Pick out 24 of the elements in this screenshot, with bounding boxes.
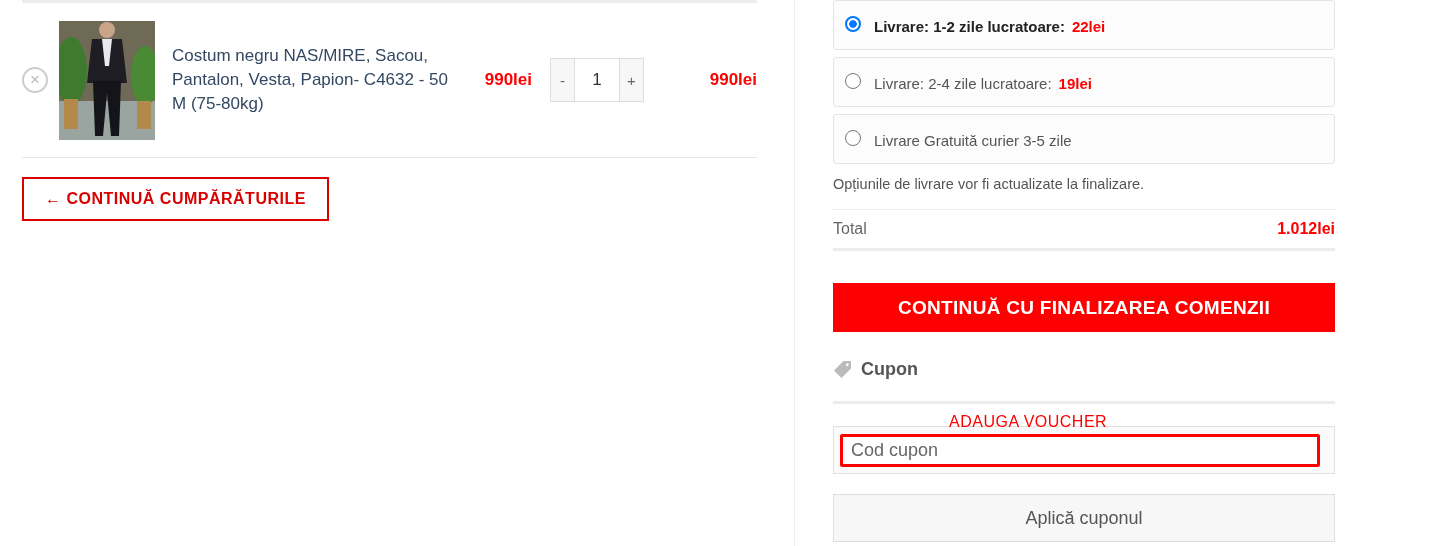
product-name[interactable]: Costum negru NAS/MIRE, Sacou, Pantalon, Vesta, Papion- C4632 - 50 M (75-80kg) bbox=[172, 44, 462, 116]
total-label: Total bbox=[833, 220, 867, 238]
product-subtotal: 990lei bbox=[708, 70, 757, 90]
continue-shopping-button[interactable]: ← CONTINUĂ CUMPĂRĂTURILE bbox=[22, 177, 329, 221]
radio-button[interactable] bbox=[845, 73, 861, 89]
coupon-title: Cupon bbox=[861, 359, 918, 380]
shipping-price: 19lei bbox=[1058, 75, 1092, 92]
shipping-label: Livrare: 1-2 zile lucratoare: bbox=[874, 18, 1065, 35]
shipping-label: Livrare Gratuită curier 3-5 zile bbox=[874, 132, 1072, 149]
radio-button[interactable] bbox=[845, 16, 861, 32]
voucher-annotation: ADAUGA VOUCHER bbox=[949, 413, 1108, 431]
decrement-button[interactable]: - bbox=[550, 58, 575, 102]
shipping-price: 22lei bbox=[1071, 18, 1106, 35]
total-value: 1.012lei bbox=[1277, 220, 1335, 238]
coupon-field[interactable]: Cod cupon bbox=[840, 434, 1320, 467]
increment-button[interactable]: + bbox=[619, 58, 644, 102]
quantity-field[interactable]: 1 bbox=[575, 58, 619, 102]
product-price: 990lei bbox=[483, 70, 532, 90]
radio-button[interactable] bbox=[845, 130, 861, 146]
shipping-note: Opțiunile de livrare vor fi actualizate la finalizare. bbox=[833, 176, 1146, 192]
apply-coupon-button[interactable]: Aplică cuponul bbox=[833, 494, 1335, 542]
shipping-label: Livrare: 2-4 zile lucratoare: bbox=[874, 75, 1052, 92]
tag-icon bbox=[833, 360, 852, 379]
checkout-button[interactable]: CONTINUĂ CU FINALIZAREA COMENZII bbox=[833, 283, 1335, 332]
